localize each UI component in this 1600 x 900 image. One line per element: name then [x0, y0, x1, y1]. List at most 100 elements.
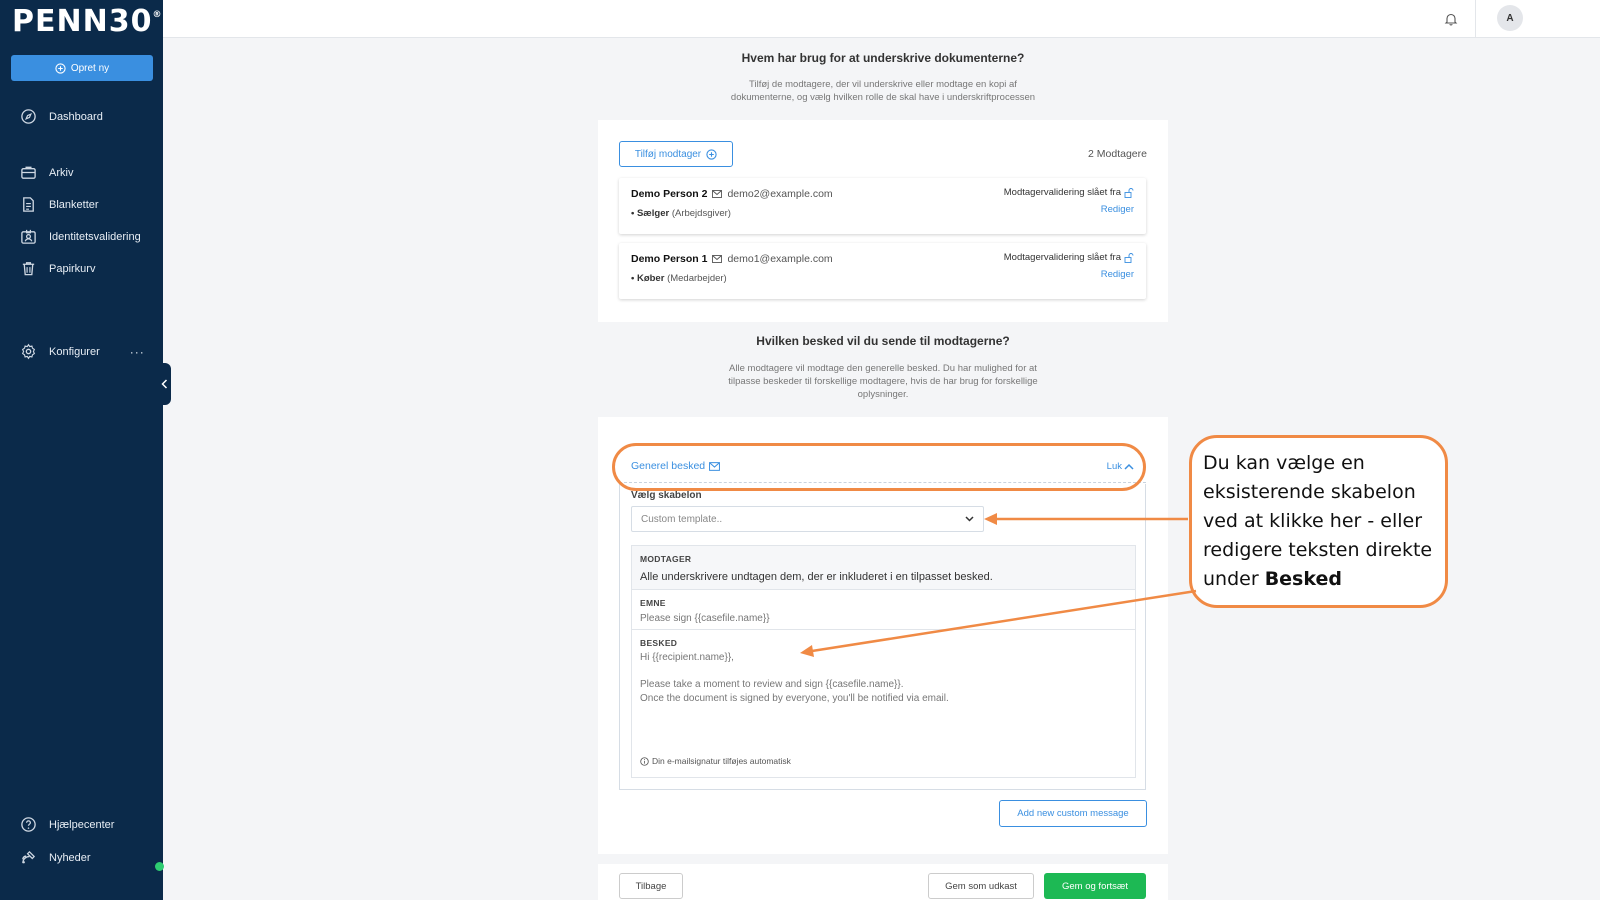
- chevron-up-icon: [1124, 463, 1134, 470]
- satellite-icon: [22, 850, 36, 864]
- id-badge-icon: [21, 229, 36, 244]
- recipient-role: • Sælger (Arbejdsgiver): [631, 208, 731, 219]
- recipient-validation-text: Modtagervalidering slået fra: [1003, 187, 1121, 198]
- recipient-field: MODTAGER Alle underskrivere undtagen dem…: [632, 546, 1135, 590]
- sidebar-item-identitetsvalidering[interactable]: Identitetsvalidering: [20, 228, 160, 245]
- top-divider: [1475, 0, 1476, 38]
- sidebar-item-label: Identitetsvalidering: [49, 230, 141, 243]
- sidebar-item-arkiv[interactable]: Arkiv: [20, 164, 160, 181]
- signature-note-text: Din e-mailsignatur tilføjes automatisk: [652, 756, 791, 766]
- briefcase-icon: [21, 166, 36, 179]
- sidebar-item-label: Hjælpecenter: [49, 818, 115, 831]
- sidebar-item-label: Papirkurv: [49, 262, 96, 275]
- recipient-email: demo2@example.com: [727, 188, 833, 200]
- help-circle-icon: [21, 817, 36, 832]
- unlock-icon: [1124, 252, 1134, 263]
- add-custom-message-button[interactable]: Add new custom message: [999, 800, 1147, 827]
- envelope-icon: [709, 461, 721, 471]
- body-textarea[interactable]: Hi {{recipient.name}}, Please take a mom…: [640, 651, 1128, 705]
- template-label: Vælg skabelon: [631, 490, 702, 501]
- general-message-header[interactable]: Generel besked Luk: [619, 449, 1146, 483]
- recipient-validation-status: Modtagervalidering slået fra: [1004, 187, 1134, 198]
- recipient-count: 2 Modtagere: [1088, 148, 1147, 160]
- sidebar-item-dashboard[interactable]: Dashboard: [20, 108, 160, 125]
- recipient-validation-text: Modtagervalidering slået fra: [1003, 252, 1121, 263]
- create-new-button[interactable]: Opret ny: [11, 55, 153, 81]
- logo[interactable]: PENN30®: [12, 4, 162, 39]
- message-body: Vælg skabelon Custom template.. MODTAGER…: [619, 484, 1146, 790]
- subject-field-label: EMNE: [640, 598, 666, 608]
- sidebar-item-label: Arkiv: [49, 166, 74, 179]
- envelope-icon: [712, 255, 723, 263]
- edit-recipient-link[interactable]: Rediger: [1101, 269, 1134, 280]
- bell-icon[interactable]: [1444, 12, 1458, 26]
- message-fields: MODTAGER Alle underskrivere undtagen dem…: [631, 545, 1136, 778]
- sidebar-item-label: Konfigurer: [49, 345, 100, 358]
- sidebar-item-nyheder[interactable]: Nyheder: [20, 849, 160, 866]
- logo-mark: ®: [152, 10, 163, 20]
- recipients-subtext-line: dokumenterne, og vælg hvilken rolle de s…: [730, 92, 1036, 103]
- recipient-role-sub: (Arbejdsgiver): [671, 208, 731, 219]
- message-card: Generel besked Luk Vælg skabelon Custom …: [598, 417, 1168, 854]
- recipient-card[interactable]: Demo Person 2 demo2@example.com • Sælger…: [619, 178, 1146, 234]
- close-message-button[interactable]: Luk: [1107, 461, 1134, 472]
- info-icon: [640, 756, 649, 766]
- subject-field: EMNE Please sign {{casefile.name}}: [632, 590, 1135, 630]
- add-recipient-label: Tilføj modtager: [634, 148, 702, 160]
- add-recipient-button[interactable]: Tilføj modtager: [619, 141, 733, 167]
- top-bar: [163, 0, 1600, 38]
- save-continue-button[interactable]: Gem og fortsæt: [1044, 873, 1146, 899]
- message-subtext-line: Alle modtagere vil modtage den generelle…: [729, 363, 1037, 374]
- recipient-name: Demo Person 2 demo2@example.com: [631, 188, 833, 200]
- recipient-card[interactable]: Demo Person 1 demo1@example.com • Køber …: [619, 243, 1146, 299]
- recipients-subtext-line: Tilføj de modtagere, der vil underskrive…: [749, 79, 1017, 90]
- chevron-down-icon: [965, 516, 974, 522]
- sidebar-item-label: Blanketter: [49, 198, 99, 211]
- edit-recipient-link[interactable]: Rediger: [1101, 204, 1134, 215]
- recipients-subtext: Tilføj de modtagere, der vil underskrive…: [598, 78, 1168, 104]
- annotation-callout: Du kan vælge en eksisterende skabelon ve…: [1189, 435, 1448, 608]
- sidebar-item-konfigurer[interactable]: Konfigurer ···: [20, 343, 160, 360]
- news-indicator: [155, 862, 164, 871]
- recipients-heading: Hvem har brug for at underskrive dokumen…: [741, 51, 1025, 65]
- envelope-icon: [712, 190, 723, 198]
- trash-icon: [22, 262, 35, 276]
- document-icon: [23, 197, 34, 212]
- general-message-toggle[interactable]: Generel besked: [631, 460, 721, 472]
- gear-icon: [21, 343, 36, 360]
- body-field-label: BESKED: [640, 638, 678, 648]
- recipient-role-sub: (Medarbejder): [667, 273, 727, 284]
- template-select-value: Custom template..: [641, 513, 723, 525]
- compass-icon: [21, 109, 36, 124]
- more-options-icon[interactable]: ···: [130, 345, 145, 359]
- template-select[interactable]: Custom template..: [631, 506, 984, 532]
- footer-bar: Tilbage Gem som udkast Gem og fortsæt: [598, 864, 1168, 900]
- subject-input[interactable]: Please sign {{casefile.name}}: [640, 613, 1120, 624]
- sidebar-item-label: Nyheder: [49, 851, 91, 864]
- plus-circle-icon: [55, 62, 66, 74]
- message-heading: Hvilken besked vil du sende til modtager…: [756, 334, 1010, 348]
- avatar[interactable]: A: [1497, 5, 1523, 31]
- recipient-name-text: Demo Person 2: [631, 188, 708, 200]
- sidebar-item-blanketter[interactable]: Blanketter: [20, 196, 160, 213]
- sidebar-item-papirkurv[interactable]: Papirkurv: [20, 260, 160, 277]
- sidebar-item-hjaelpecenter[interactable]: Hjælpecenter: [20, 816, 160, 833]
- signature-note: Din e-mailsignatur tilføjes automatisk: [640, 756, 791, 766]
- recipient-name-text: Demo Person 1: [631, 253, 708, 265]
- back-button[interactable]: Tilbage: [619, 873, 683, 899]
- recipient-role-text: Køber: [636, 273, 665, 284]
- save-draft-button[interactable]: Gem som udkast: [928, 873, 1034, 899]
- recipient-role-text: Sælger: [636, 208, 670, 219]
- close-message-label: Luk: [1106, 461, 1122, 472]
- recipient-field-label: MODTAGER: [640, 554, 692, 564]
- sidebar-item-label: Dashboard: [49, 110, 103, 123]
- recipients-card: Tilføj modtager 2 Modtagere Demo Person …: [598, 120, 1168, 322]
- message-subtext-line: tilpasse beskeder til forskellige modtag…: [728, 376, 1038, 387]
- annotation-text-bold: Besked: [1264, 568, 1342, 590]
- general-message-label: Generel besked: [631, 460, 706, 472]
- create-new-label: Opret ny: [70, 62, 110, 74]
- message-subtext-line: oplysninger.: [857, 389, 909, 400]
- chevron-left-icon: [161, 379, 168, 389]
- sidebar: PENN30® Opret ny Dashboard Arkiv Blanket…: [0, 0, 164, 900]
- collapse-sidebar-button[interactable]: [158, 363, 171, 405]
